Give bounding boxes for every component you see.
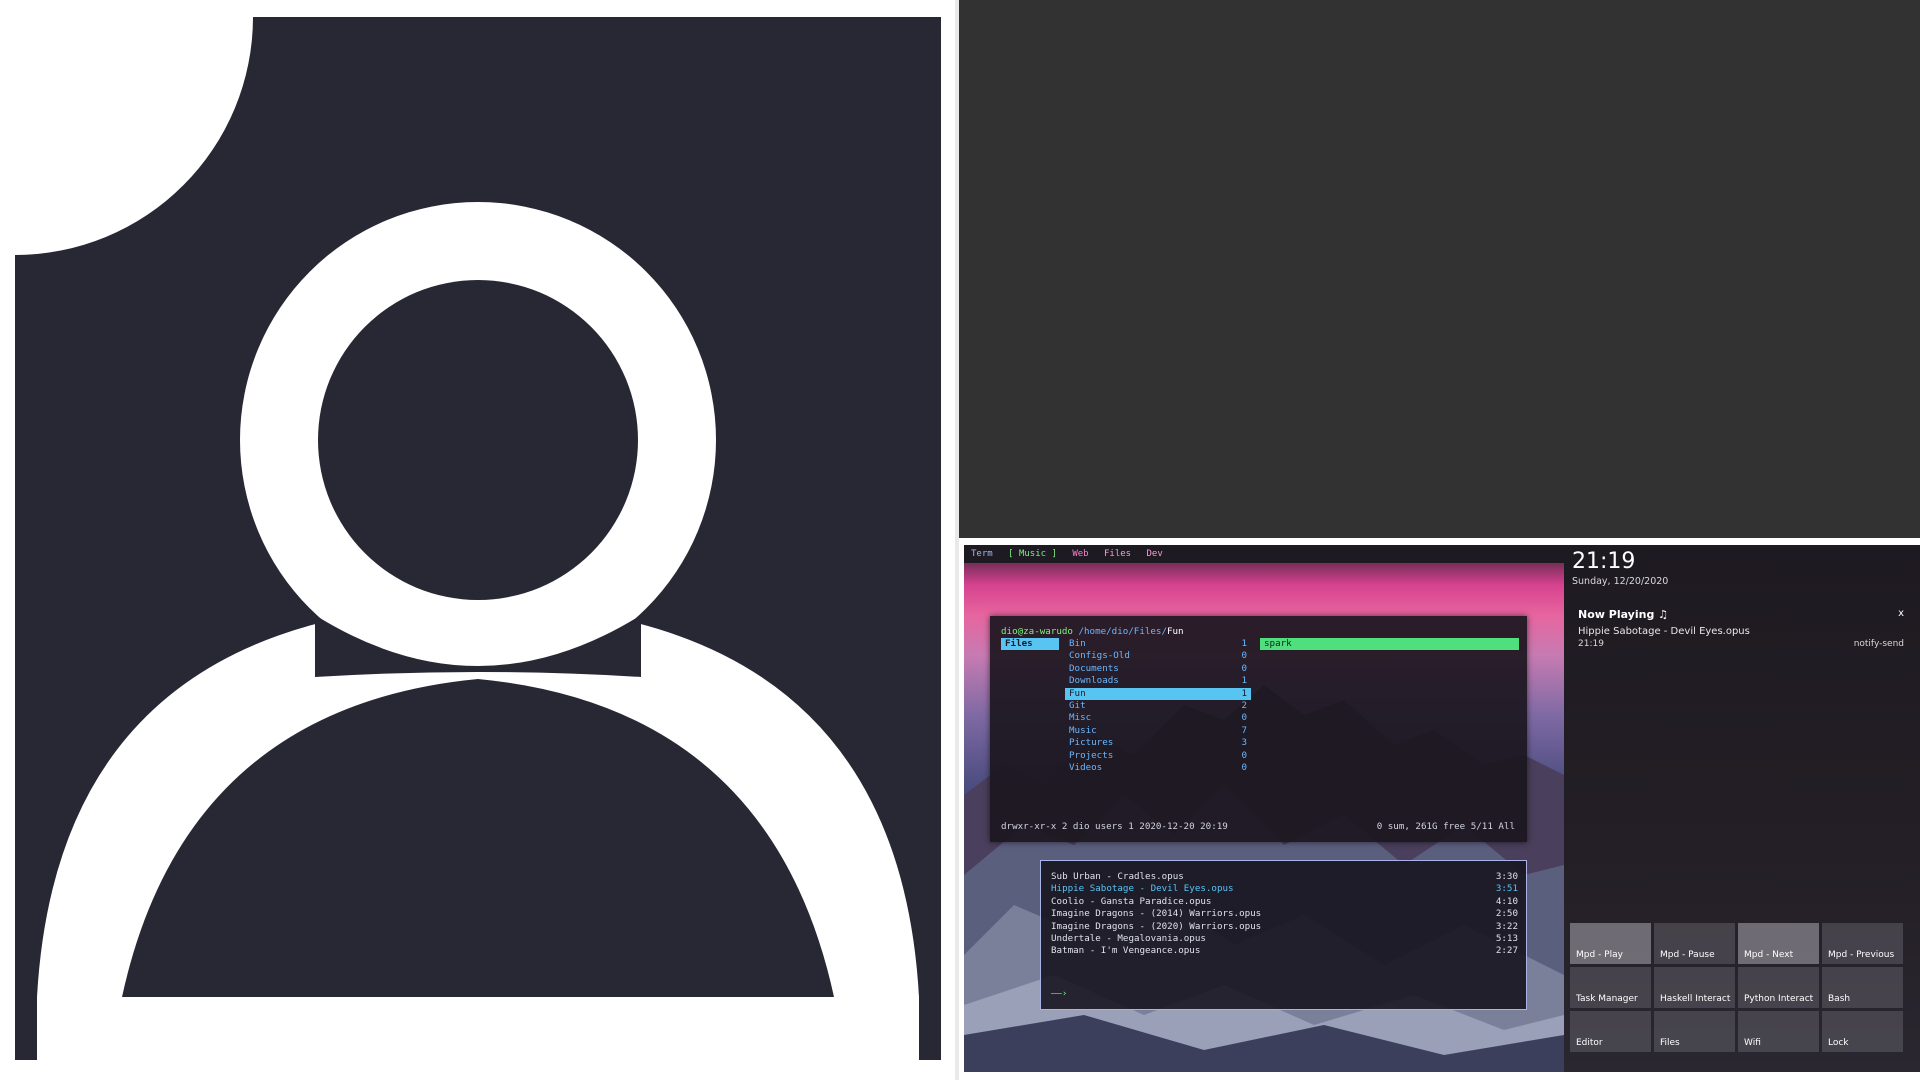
ranger-dir-list: Bin 1 Configs-Old 0 Documents 0 Downloads 1 …: [1065, 638, 1251, 774]
user-icon: [15, 17, 919, 1060]
list-item[interactable]: Pictures 3: [1065, 737, 1251, 749]
sidebar: 21:19 Sunday, 12/20/2020 Now Playing ♫ x…: [1564, 545, 1920, 1072]
list-item[interactable]: Git 2: [1065, 700, 1251, 712]
dark-panel: [959, 0, 1920, 538]
playlist-track-playing[interactable]: Hippie Sabotage - Devil Eyes.opus 3:51: [1051, 883, 1518, 895]
list-item[interactable]: Music 7: [1065, 725, 1251, 737]
list-item[interactable]: Documents 0: [1065, 663, 1251, 675]
ranger-status-right: 0 sum, 261G free 5/11 All: [1376, 821, 1515, 832]
ranger-dir: /home/dio/Files/: [1078, 626, 1167, 637]
playlist-track[interactable]: Undertale - Megalovania.opus 5:13: [1051, 933, 1518, 945]
notification-body: Hippie Sabotage - Devil Eyes.opus: [1578, 626, 1750, 637]
wallpaper: Term [ Music ] Web Files Dev dio@za-waru…: [964, 545, 1920, 1072]
task-manager-button[interactable]: Task Manager: [1570, 967, 1651, 1008]
workspace-dev[interactable]: Dev: [1147, 549, 1163, 559]
ranger-current: Fun: [1166, 626, 1184, 637]
playlist-track[interactable]: Imagine Dragons - (2020) Warriors.opus 3:…: [1051, 921, 1518, 933]
avatar-panel: [0, 0, 959, 1080]
mpd-previous-button[interactable]: Mpd - Previous: [1822, 923, 1903, 964]
date: Sunday, 12/20/2020: [1572, 576, 1669, 587]
clock: 21:19: [1572, 549, 1636, 574]
playlist-track[interactable]: Sub Urban - Cradles.opus 3:30: [1051, 871, 1518, 883]
list-item[interactable]: Downloads 1: [1065, 675, 1251, 687]
workspace-bar: Term [ Music ] Web Files Dev: [964, 545, 1564, 563]
list-item-selected[interactable]: Fun 1: [1065, 687, 1251, 700]
list-item[interactable]: Projects 0: [1065, 750, 1251, 762]
bash-button[interactable]: Bash: [1822, 967, 1903, 1008]
list-item[interactable]: Videos 0: [1065, 762, 1251, 774]
python-interact-button[interactable]: Python Interact: [1738, 967, 1819, 1008]
mpd-next-button[interactable]: Mpd - Next: [1738, 923, 1819, 964]
workspace-files[interactable]: Files: [1104, 549, 1131, 559]
close-icon[interactable]: x: [1898, 608, 1904, 619]
playlist-track[interactable]: Batman - I'm Vengeance.opus 2:27: [1051, 945, 1518, 957]
playlist-track[interactable]: Imagine Dragons - (2014) Warriors.opus 2:…: [1051, 908, 1518, 920]
notification-app: notify-send: [1853, 639, 1904, 649]
progress-bar[interactable]: ——›: [1051, 989, 1067, 999]
wifi-button[interactable]: Wifi: [1738, 1011, 1819, 1052]
workspace-music[interactable]: [ Music ]: [1008, 549, 1057, 559]
workspace-term[interactable]: Term: [971, 549, 993, 559]
mpd-play-button[interactable]: Mpd - Play: [1570, 923, 1651, 964]
list-item[interactable]: Configs-Old 0: [1065, 650, 1251, 662]
ranger-parent-entry[interactable]: Files: [1001, 638, 1059, 650]
notification-time: 21:19: [1578, 639, 1604, 649]
ranger-window[interactable]: dio@za-warudo /home/dio/Files/Fun Files …: [990, 616, 1527, 842]
notification-title: Now Playing ♫: [1578, 608, 1669, 621]
playlist: Sub Urban - Cradles.opus 3:30 Hippie Sabo…: [1051, 871, 1518, 958]
desktop-screenshot: Term [ Music ] Web Files Dev dio@za-waru…: [959, 541, 1920, 1080]
files-button[interactable]: Files: [1654, 1011, 1735, 1052]
notification[interactable]: Now Playing ♫ x Hippie Sabotage - Devil …: [1572, 603, 1912, 658]
haskell-interact-button[interactable]: Haskell Interact: [1654, 967, 1735, 1008]
mpd-pause-button[interactable]: Mpd - Pause: [1654, 923, 1735, 964]
list-item[interactable]: Misc 0: [1065, 712, 1251, 724]
editor-button[interactable]: Editor: [1570, 1011, 1651, 1052]
playlist-window[interactable]: Sub Urban - Cradles.opus 3:30 Hippie Sabo…: [1040, 860, 1527, 1010]
avatar: [15, 17, 941, 1060]
ranger-status-left: drwxr-xr-x 2 dio users 1 2020-12-20 20:1…: [1001, 821, 1228, 832]
workspace-web[interactable]: Web: [1072, 549, 1088, 559]
ranger-path: dio@za-warudo /home/dio/Files/Fun: [1001, 626, 1184, 637]
ranger-user: dio@za-warudo: [1001, 626, 1073, 637]
lock-button[interactable]: Lock: [1822, 1011, 1903, 1052]
playlist-track[interactable]: Coolio - Gansta Paradice.opus 4:10: [1051, 896, 1518, 908]
ranger-preview[interactable]: spark: [1260, 638, 1519, 650]
list-item[interactable]: Bin 1: [1065, 638, 1251, 650]
